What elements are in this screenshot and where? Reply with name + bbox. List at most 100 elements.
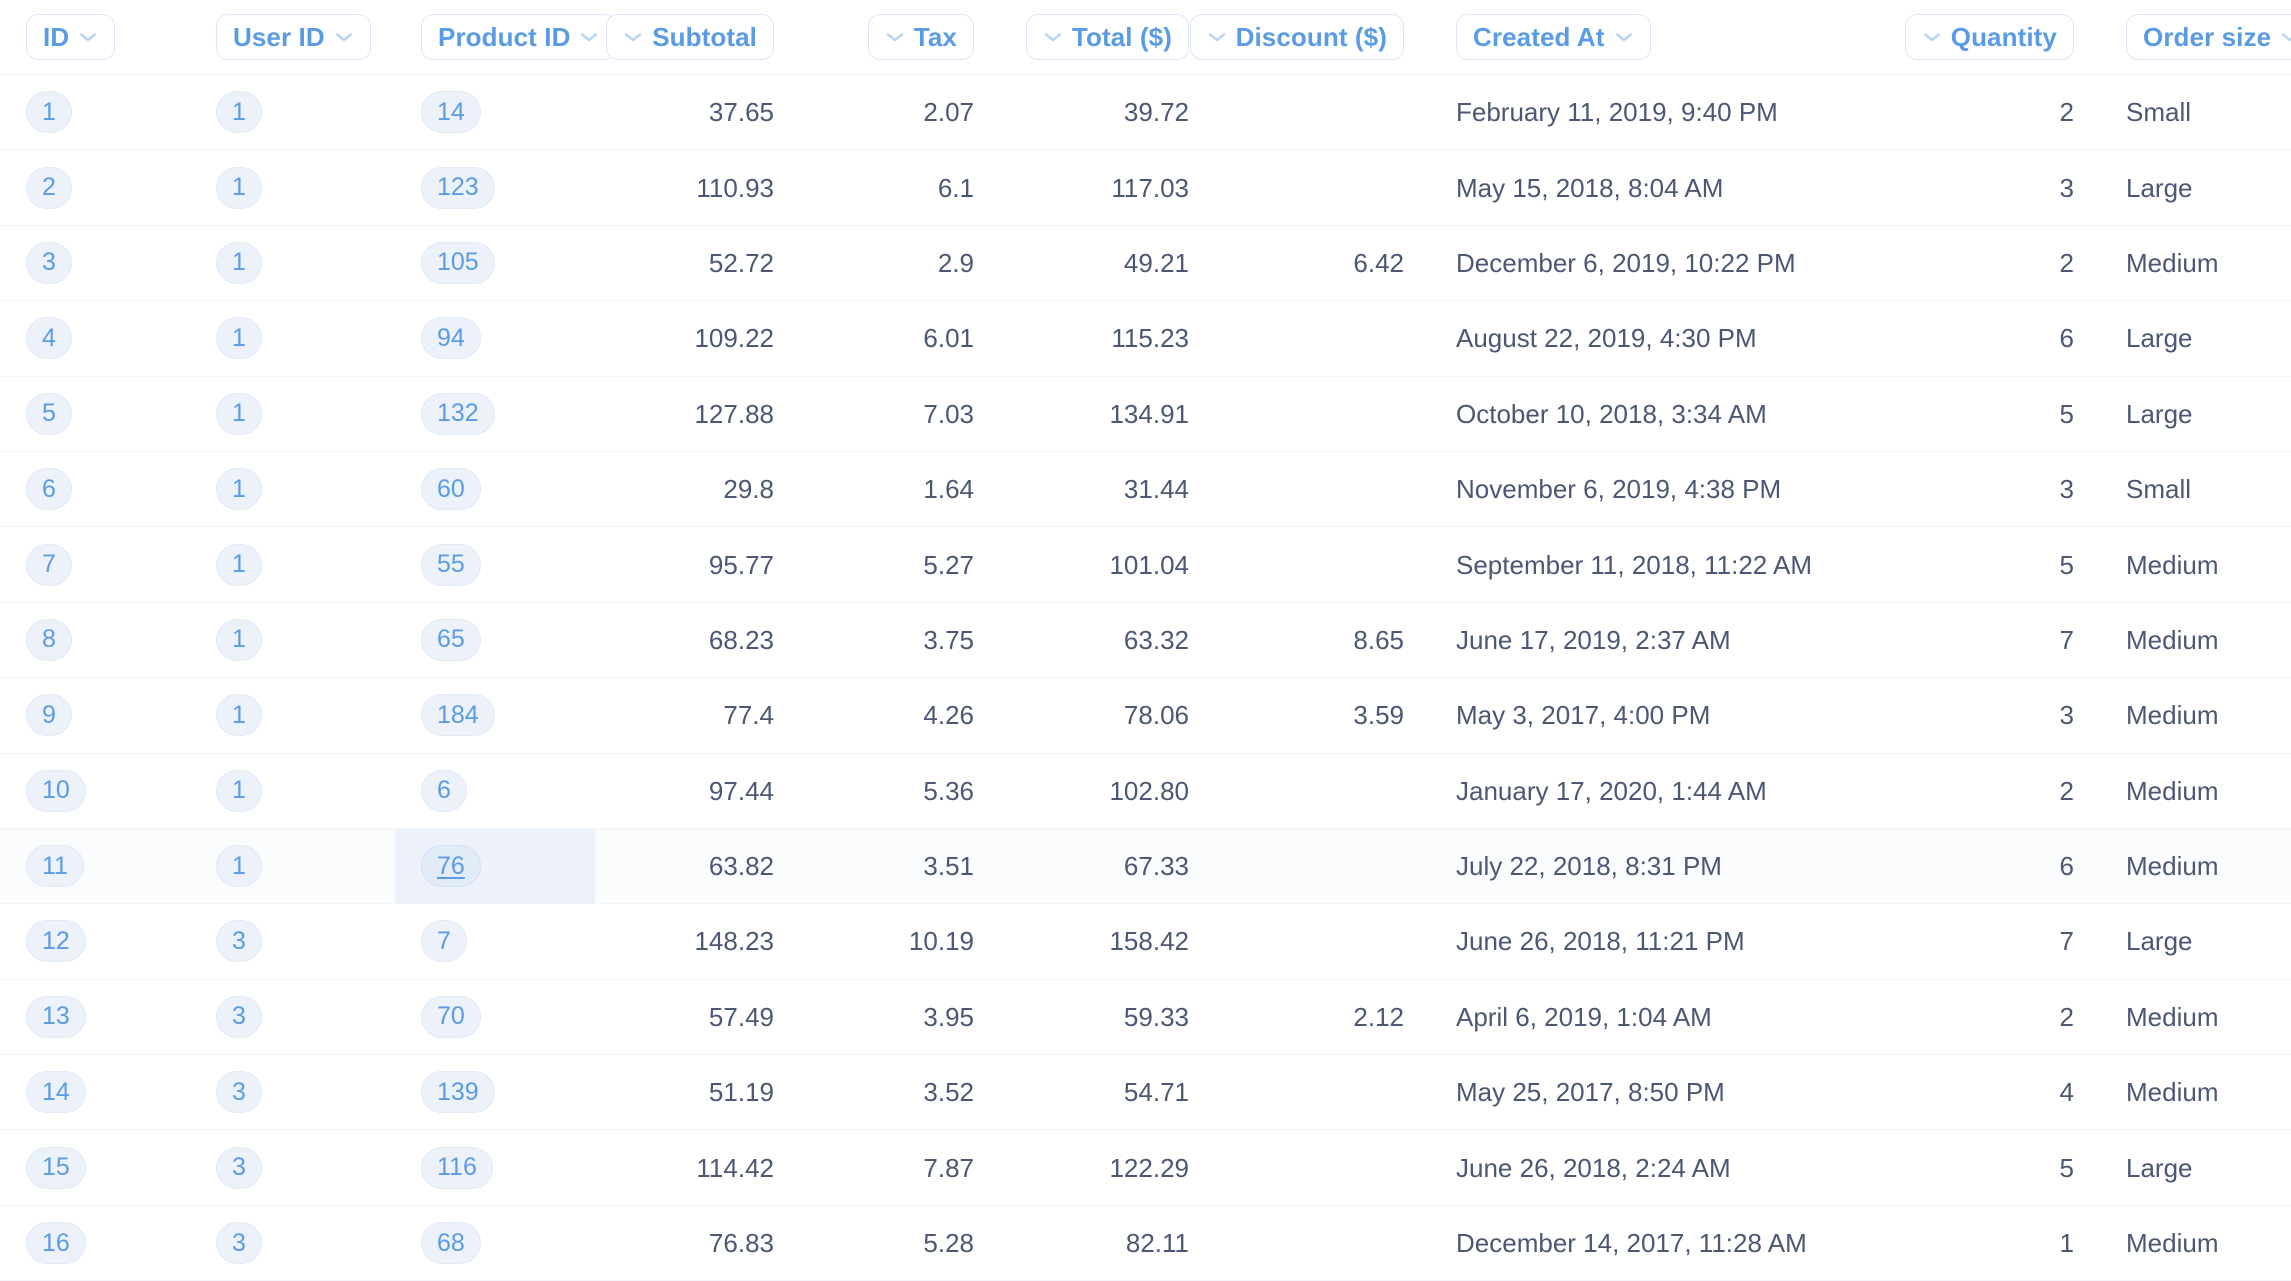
- table-cell-quantity[interactable]: 1: [1910, 1205, 2100, 1280]
- entity-link-product_id[interactable]: 6: [421, 770, 467, 812]
- entity-link-user_id[interactable]: 1: [216, 544, 262, 586]
- table-cell-id[interactable]: 1: [0, 75, 190, 150]
- table-cell-tax[interactable]: 3.75: [800, 602, 1000, 677]
- table-cell-product_id[interactable]: 94: [395, 301, 595, 376]
- entity-link-id[interactable]: 9: [26, 694, 72, 736]
- table-cell-id[interactable]: 9: [0, 678, 190, 753]
- table-cell-id[interactable]: 3: [0, 225, 190, 300]
- table-cell-product_id[interactable]: 65: [395, 602, 595, 677]
- entity-link-product_id[interactable]: 14: [421, 91, 481, 133]
- table-cell-subtotal[interactable]: 29.8: [595, 451, 800, 526]
- table-cell-order_size[interactable]: Large: [2100, 376, 2291, 451]
- table-cell-tax[interactable]: 5.36: [800, 753, 1000, 828]
- table-cell-discount[interactable]: 6.42: [1215, 225, 1430, 300]
- entity-link-product_id[interactable]: 55: [421, 544, 481, 586]
- table-cell-total[interactable]: 67.33: [1000, 828, 1215, 903]
- table-cell-subtotal[interactable]: 148.23: [595, 904, 800, 979]
- table-cell-total[interactable]: 102.80: [1000, 753, 1215, 828]
- entity-link-id[interactable]: 10: [26, 770, 86, 812]
- table-row[interactable]: 51132127.887.03134.91October 10, 2018, 3…: [0, 376, 2291, 451]
- table-cell-product_id[interactable]: 116: [395, 1130, 595, 1205]
- table-cell-discount[interactable]: 2.12: [1215, 979, 1430, 1054]
- table-cell-id[interactable]: 15: [0, 1130, 190, 1205]
- table-cell-quantity[interactable]: 3: [1910, 150, 2100, 225]
- entity-link-product_id[interactable]: 60: [421, 468, 481, 510]
- table-cell-product_id[interactable]: 68: [395, 1205, 595, 1280]
- table-cell-product_id[interactable]: 14: [395, 75, 595, 150]
- table-cell-created_at[interactable]: October 10, 2018, 3:34 AM: [1430, 376, 1910, 451]
- table-cell-created_at[interactable]: June 26, 2018, 2:24 AM: [1430, 1130, 1910, 1205]
- table-cell-id[interactable]: 4: [0, 301, 190, 376]
- table-cell-id[interactable]: 7: [0, 527, 190, 602]
- table-cell-order_size[interactable]: Medium: [2100, 753, 2291, 828]
- table-cell-discount[interactable]: [1215, 1130, 1430, 1205]
- table-row[interactable]: 153116114.427.87122.29June 26, 2018, 2:2…: [0, 1130, 2291, 1205]
- table-cell-subtotal[interactable]: 77.4: [595, 678, 800, 753]
- table-cell-product_id[interactable]: 7: [395, 904, 595, 979]
- table-cell-order_size[interactable]: Medium: [2100, 225, 2291, 300]
- entity-link-product_id[interactable]: 7: [421, 920, 467, 962]
- table-cell-total[interactable]: 82.11: [1000, 1205, 1215, 1280]
- table-cell-quantity[interactable]: 6: [1910, 828, 2100, 903]
- table-cell-product_id[interactable]: 184: [395, 678, 595, 753]
- entity-link-id[interactable]: 1: [26, 91, 72, 133]
- entity-link-id[interactable]: 16: [26, 1222, 86, 1264]
- column-header-button-tax[interactable]: Tax: [868, 14, 974, 60]
- table-cell-subtotal[interactable]: 97.44: [595, 753, 800, 828]
- table-cell-user_id[interactable]: 1: [190, 678, 395, 753]
- table-cell-id[interactable]: 10: [0, 753, 190, 828]
- table-cell-discount[interactable]: [1215, 828, 1430, 903]
- table-row[interactable]: 21123110.936.1117.03May 15, 2018, 8:04 A…: [0, 150, 2291, 225]
- table-cell-subtotal[interactable]: 52.72: [595, 225, 800, 300]
- table-cell-subtotal[interactable]: 110.93: [595, 150, 800, 225]
- entity-link-user_id[interactable]: 3: [216, 996, 262, 1038]
- table-cell-discount[interactable]: [1215, 753, 1430, 828]
- table-cell-id[interactable]: 14: [0, 1055, 190, 1130]
- entity-link-user_id[interactable]: 3: [216, 1071, 262, 1113]
- table-cell-total[interactable]: 78.06: [1000, 678, 1215, 753]
- table-cell-discount[interactable]: [1215, 904, 1430, 979]
- table-cell-subtotal[interactable]: 57.49: [595, 979, 800, 1054]
- table-cell-tax[interactable]: 7.03: [800, 376, 1000, 451]
- table-cell-order_size[interactable]: Medium: [2100, 979, 2291, 1054]
- table-cell-order_size[interactable]: Large: [2100, 150, 2291, 225]
- table-cell-user_id[interactable]: 1: [190, 225, 395, 300]
- table-cell-tax[interactable]: 6.1: [800, 150, 1000, 225]
- table-cell-total[interactable]: 39.72: [1000, 75, 1215, 150]
- entity-link-user_id[interactable]: 1: [216, 91, 262, 133]
- entity-link-user_id[interactable]: 1: [216, 694, 262, 736]
- table-cell-quantity[interactable]: 3: [1910, 451, 2100, 526]
- table-cell-total[interactable]: 63.32: [1000, 602, 1215, 677]
- table-cell-total[interactable]: 134.91: [1000, 376, 1215, 451]
- table-cell-discount[interactable]: [1215, 376, 1430, 451]
- table-cell-order_size[interactable]: Medium: [2100, 527, 2291, 602]
- column-header-button-id[interactable]: ID: [26, 14, 115, 60]
- entity-link-product_id[interactable]: 116: [421, 1147, 493, 1189]
- table-cell-user_id[interactable]: 1: [190, 828, 395, 903]
- entity-link-user_id[interactable]: 3: [216, 920, 262, 962]
- entity-link-user_id[interactable]: 1: [216, 619, 262, 661]
- table-cell-quantity[interactable]: 2: [1910, 225, 2100, 300]
- column-header-button-user_id[interactable]: User ID: [216, 14, 371, 60]
- table-row[interactable]: 4194109.226.01115.23August 22, 2019, 4:3…: [0, 301, 2291, 376]
- column-header-button-total[interactable]: Total ($): [1026, 14, 1189, 60]
- table-cell-product_id[interactable]: 123: [395, 150, 595, 225]
- entity-link-user_id[interactable]: 1: [216, 393, 262, 435]
- entity-link-id[interactable]: 6: [26, 468, 72, 510]
- table-row[interactable]: 1117663.823.5167.33July 22, 2018, 8:31 P…: [0, 828, 2291, 903]
- table-cell-quantity[interactable]: 2: [1910, 979, 2100, 1054]
- table-cell-created_at[interactable]: May 15, 2018, 8:04 AM: [1430, 150, 1910, 225]
- column-header-button-product_id[interactable]: Product ID: [421, 14, 616, 60]
- table-cell-discount[interactable]: [1215, 527, 1430, 602]
- entity-link-user_id[interactable]: 1: [216, 468, 262, 510]
- table-cell-created_at[interactable]: December 14, 2017, 11:28 AM: [1430, 1205, 1910, 1280]
- table-cell-created_at[interactable]: May 25, 2017, 8:50 PM: [1430, 1055, 1910, 1130]
- table-cell-created_at[interactable]: January 17, 2020, 1:44 AM: [1430, 753, 1910, 828]
- entity-link-product_id[interactable]: 68: [421, 1222, 481, 1264]
- table-cell-subtotal[interactable]: 127.88: [595, 376, 800, 451]
- table-cell-subtotal[interactable]: 114.42: [595, 1130, 800, 1205]
- entity-link-user_id[interactable]: 1: [216, 845, 262, 887]
- table-cell-total[interactable]: 158.42: [1000, 904, 1215, 979]
- table-cell-product_id[interactable]: 6: [395, 753, 595, 828]
- table-cell-user_id[interactable]: 1: [190, 301, 395, 376]
